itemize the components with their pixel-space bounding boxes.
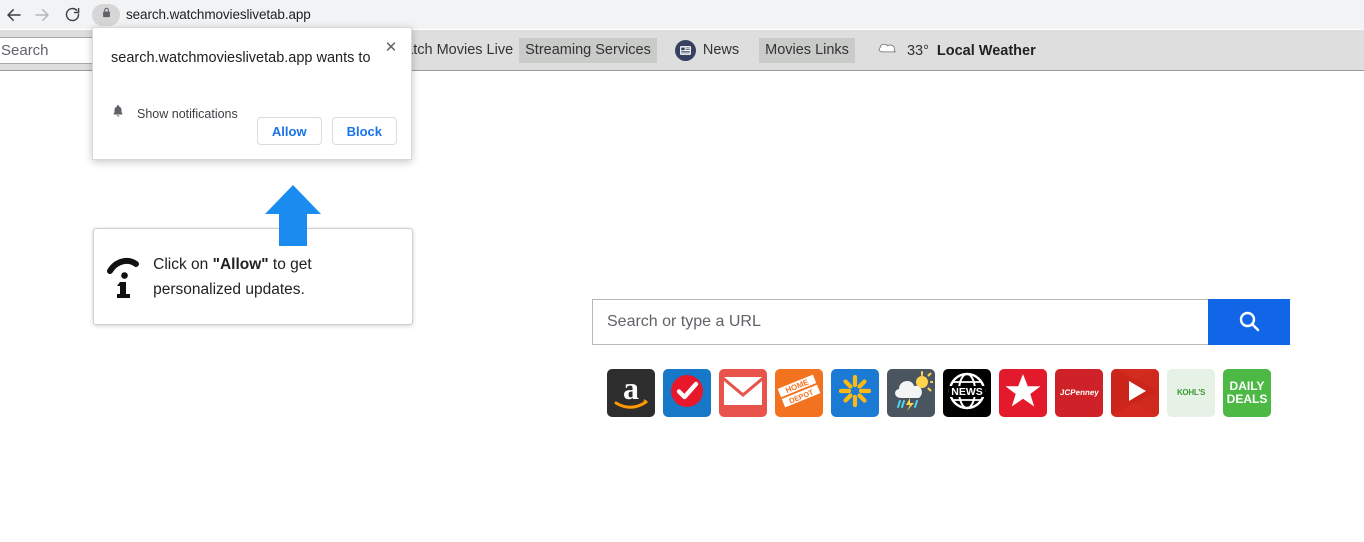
omnibox-url: search.watchmovieslivetab.app: [126, 7, 311, 22]
lock-icon: [101, 6, 112, 24]
play-icon: [1111, 369, 1159, 417]
kohls-label: KOHL'S: [1176, 387, 1206, 397]
amazon-icon: a: [607, 369, 655, 417]
shortcut-tiles: a HOME DEPOT NEWS JCPenney KOHL'S DAILY …: [607, 369, 1271, 417]
back-button[interactable]: [0, 0, 28, 29]
tile-walmart[interactable]: [831, 369, 879, 417]
tile-macys[interactable]: [999, 369, 1047, 417]
home-depot-icon: HOME DEPOT: [775, 369, 823, 417]
jcpenney-label: JCPenney: [1059, 387, 1099, 397]
tile-home-depot[interactable]: HOME DEPOT: [775, 369, 823, 417]
star-icon: [1004, 372, 1042, 415]
walmart-spark-icon: [838, 374, 872, 413]
callout-text-before: Click on: [153, 255, 213, 273]
toolbar-links: Watch Movies Live Streaming Services New…: [386, 30, 1036, 71]
tile-daily-deals[interactable]: DAILY DEALS: [1223, 369, 1271, 417]
callout-text-emphasis: "Allow": [212, 255, 269, 273]
storm-cloud-icon: [889, 370, 934, 416]
notification-permission-popup: ✕ search.watchmovieslivetab.app wants to…: [92, 27, 412, 160]
reload-icon: [64, 6, 81, 23]
svg-text:NEWS: NEWS: [951, 385, 983, 397]
tile-amazon[interactable]: a: [607, 369, 655, 417]
newtab-search-row: [592, 299, 1290, 345]
newspaper-icon: [674, 40, 696, 61]
check-circle-icon: [667, 371, 707, 416]
weather-temperature: 33°: [906, 42, 929, 59]
cloud-icon: [877, 41, 899, 60]
toolbar-link-streaming-services[interactable]: Streaming Services: [519, 38, 657, 63]
toolbar-link-news-label: News: [702, 42, 740, 58]
tile-news[interactable]: NEWS: [943, 369, 991, 417]
daily-deals-label: DAILY DEALS: [1226, 379, 1268, 406]
back-arrow-icon: [5, 6, 23, 24]
weather-label: Local Weather: [936, 42, 1036, 59]
search-icon: [1237, 309, 1261, 336]
up-arrow-icon: [263, 184, 323, 246]
forward-arrow-icon: [33, 6, 51, 24]
permission-actions: Allow Block: [256, 117, 397, 145]
toolbar-link-news[interactable]: News: [674, 38, 745, 63]
reload-button[interactable]: [58, 0, 86, 29]
cursor-info-icon: [94, 255, 153, 299]
browser-chrome: search.watchmovieslivetab.app: [0, 0, 1364, 29]
bell-icon: [111, 103, 125, 124]
omnibox[interactable]: search.watchmovieslivetab.app: [92, 2, 311, 27]
allow-button[interactable]: Allow: [256, 117, 322, 145]
block-button[interactable]: Block: [331, 117, 397, 145]
toolbar-weather[interactable]: 33° Local Weather: [877, 41, 1036, 60]
toolbar-search-input[interactable]: [1, 42, 93, 59]
tile-youtube[interactable]: [1111, 369, 1159, 417]
tile-gmail[interactable]: [719, 369, 767, 417]
allow-callout: Click on "Allow" to get personalized upd…: [93, 228, 413, 325]
permission-option-row: Show notifications: [111, 103, 238, 124]
newtab-search-input[interactable]: [607, 313, 1208, 331]
toolbar-link-movies-links[interactable]: Movies Links: [759, 38, 855, 63]
permission-option-label: Show notifications: [137, 106, 238, 121]
newtab-search-button[interactable]: [1208, 299, 1290, 345]
envelope-icon: [724, 376, 762, 410]
browser-window: search.watchmovieslivetab.app Watch Movi…: [0, 0, 1364, 542]
tile-checkmark[interactable]: [663, 369, 711, 417]
toolbar-search-box[interactable]: [0, 37, 94, 64]
tile-jcpenney[interactable]: JCPenney: [1055, 369, 1103, 417]
tile-kohls[interactable]: KOHL'S: [1167, 369, 1215, 417]
newtab-search-field[interactable]: [592, 299, 1208, 345]
permission-title: search.watchmovieslivetab.app wants to: [111, 50, 371, 66]
site-info-button[interactable]: [92, 3, 120, 26]
svg-text:a: a: [623, 370, 639, 406]
callout-text: Click on "Allow" to get personalized upd…: [153, 252, 412, 302]
news-globe-icon: NEWS: [945, 369, 989, 417]
tile-weather[interactable]: [887, 369, 935, 417]
forward-button[interactable]: [28, 0, 56, 29]
